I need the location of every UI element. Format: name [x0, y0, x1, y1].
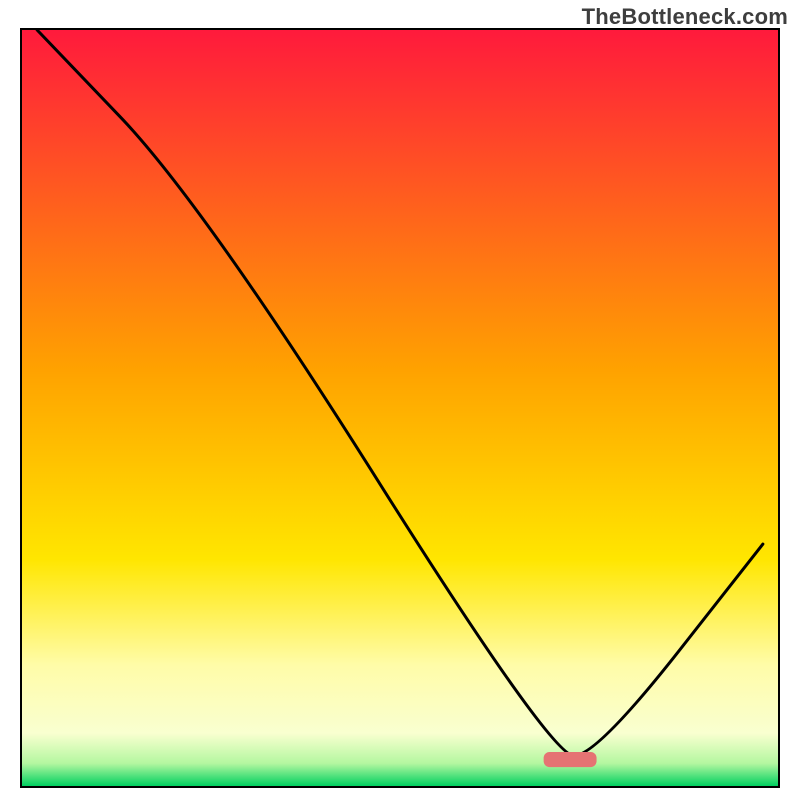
- chart-frame: TheBottleneck.com: [0, 0, 800, 800]
- gradient-background: [22, 30, 778, 786]
- optimum-marker: [544, 752, 597, 767]
- chart-svg: [22, 30, 778, 786]
- plot-area: [20, 28, 780, 788]
- watermark-text: TheBottleneck.com: [582, 4, 788, 30]
